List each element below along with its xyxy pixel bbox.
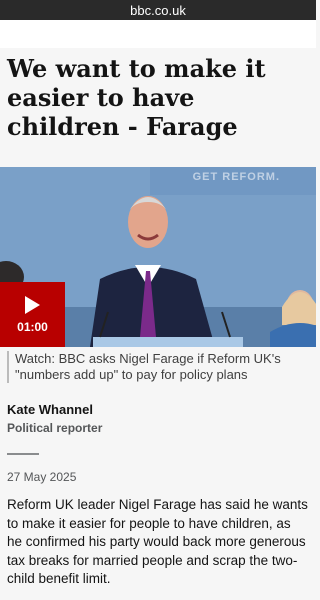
video-player[interactable]: GET REFORM. 01:00 <box>0 167 316 347</box>
video-duration: 01:00 <box>17 319 48 334</box>
article-body-paragraph: Reform UK leader Nigel Farage has said h… <box>7 497 308 586</box>
play-icon <box>25 295 40 314</box>
author-role: Political reporter <box>7 421 103 435</box>
video-caption: Watch: BBC asks Nigel Farage if Reform U… <box>7 351 317 383</box>
url-text: bbc.co.uk <box>130 2 186 18</box>
page-top-strip <box>0 20 316 48</box>
publish-date: 27 May 2025 <box>7 470 77 484</box>
author-name[interactable]: Kate Whannel <box>7 402 93 417</box>
article-headline: We want to make it easier to have childr… <box>7 54 266 141</box>
byline-divider <box>7 453 39 455</box>
url-bar[interactable]: bbc.co.uk <box>0 0 316 20</box>
backdrop-text: GET REFORM. <box>192 171 280 183</box>
play-button[interactable]: 01:00 <box>0 282 65 347</box>
